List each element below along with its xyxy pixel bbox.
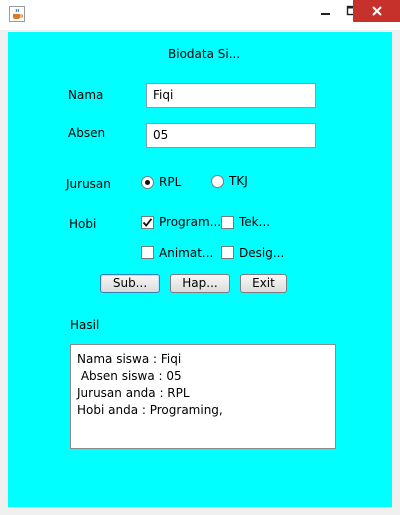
nama-field[interactable]: Fiqi: [146, 83, 316, 108]
form-title: Biodata Si...: [168, 47, 241, 61]
radio-rpl[interactable]: [141, 176, 154, 189]
radio-rpl-label[interactable]: RPL: [159, 175, 181, 189]
absen-label: Absen: [68, 126, 106, 140]
hapus-button[interactable]: Hap...: [170, 274, 230, 293]
absen-field[interactable]: 05: [146, 123, 316, 148]
hasil-textarea[interactable]: Nama siswa : Fiqi Absen siswa : 05 Jurusa…: [70, 344, 336, 449]
radio-tkj-label[interactable]: TKJ: [229, 174, 248, 188]
radio-tkj[interactable]: [211, 175, 224, 188]
app-window: Biodata Si... Nama Fiqi Absen 05 Jurusan…: [0, 0, 400, 515]
hasil-line: Hobi anda : Programing,: [77, 403, 223, 417]
exit-button[interactable]: Exit: [240, 274, 287, 293]
checkbox-teknologi[interactable]: [221, 216, 234, 229]
checkbox-desain-label[interactable]: Desig...: [239, 246, 284, 260]
nama-label: Nama: [68, 88, 104, 102]
checkbox-teknologi-label[interactable]: Tek...: [239, 215, 270, 229]
checkbox-desain[interactable]: [221, 246, 234, 259]
checkmark-icon: [142, 218, 153, 227]
hasil-line: Jurusan anda : RPL: [77, 386, 190, 400]
jurusan-label: Jurusan: [66, 177, 111, 191]
checkbox-animasi[interactable]: [141, 246, 154, 259]
hobi-label: Hobi: [69, 217, 97, 231]
title-bar[interactable]: [0, 0, 400, 30]
minimize-icon[interactable]: [313, 0, 339, 22]
java-cup-icon: [9, 6, 25, 22]
checkbox-programing[interactable]: [141, 216, 154, 229]
checkbox-animasi-label[interactable]: Animat...: [159, 246, 213, 260]
close-icon[interactable]: [353, 0, 400, 22]
checkbox-programing-label[interactable]: Program...: [159, 215, 221, 229]
hasil-line: Nama siswa : Fiqi: [77, 352, 182, 366]
hasil-line: Absen siswa : 05: [77, 369, 182, 383]
submit-button[interactable]: Sub...: [100, 274, 160, 293]
hasil-label: Hasil: [70, 318, 100, 332]
